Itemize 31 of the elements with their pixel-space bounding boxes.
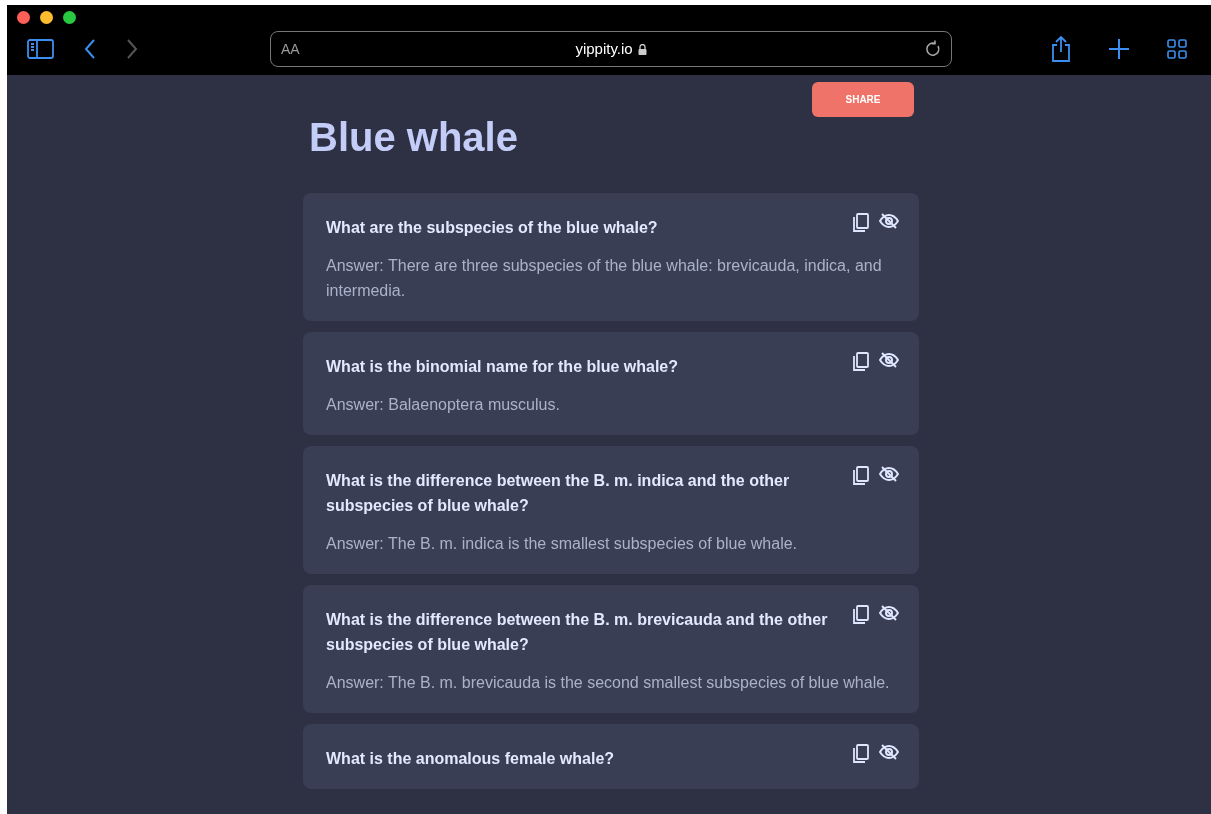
reload-icon[interactable] (925, 40, 941, 58)
question-text: What is the difference between the B. m. indica and the other subspecies of blue whale? (326, 471, 791, 516)
share-icon[interactable] (1051, 36, 1071, 62)
plus-icon[interactable] (1109, 39, 1129, 59)
text-size-button[interactable]: AA (281, 38, 300, 60)
lock-icon (637, 43, 647, 55)
tabs-grid-icon[interactable] (1167, 39, 1187, 59)
question-text: What are the subspecies of the blue whale? (326, 218, 658, 238)
address-text: yippity.io (575, 38, 633, 59)
hidden-eye-icon[interactable] (879, 352, 899, 368)
copy-icon[interactable] (852, 466, 870, 486)
hidden-eye-icon[interactable] (879, 466, 899, 482)
question-text: What is the binomial name for the blue whale? (326, 357, 679, 377)
forward-icon[interactable] (126, 39, 138, 59)
answer-text: Answer: The B. m. brevicauda is the second smallest subspecies of blue whale. (326, 673, 891, 693)
answer-text: Answer: The B. m. indica is the smallest subspecies of blue whale. (326, 534, 799, 554)
copy-icon[interactable] (852, 605, 870, 625)
copy-icon[interactable] (852, 352, 870, 372)
copy-icon[interactable] (852, 744, 870, 764)
hidden-eye-icon[interactable] (879, 744, 899, 760)
question-text: What is the anomalous female whale? (326, 749, 615, 769)
hidden-eye-icon[interactable] (879, 213, 899, 229)
question-text: What is the difference between the B. m. brevicauda and the other subspecies of blue whale? (326, 610, 829, 655)
answer-text: Answer: Balaenoptera musculus. (326, 395, 561, 415)
answer-text: Answer: There are three subspecies of the blue whale: brevicauda, indica, and intermedia. (326, 256, 883, 301)
page-title: Blue whale (309, 114, 519, 161)
sidebar-icon[interactable] (27, 39, 54, 59)
back-icon[interactable] (84, 39, 96, 59)
address-bar[interactable]: AA yippity.io (270, 31, 952, 67)
copy-icon[interactable] (852, 213, 870, 233)
hidden-eye-icon[interactable] (879, 605, 899, 621)
